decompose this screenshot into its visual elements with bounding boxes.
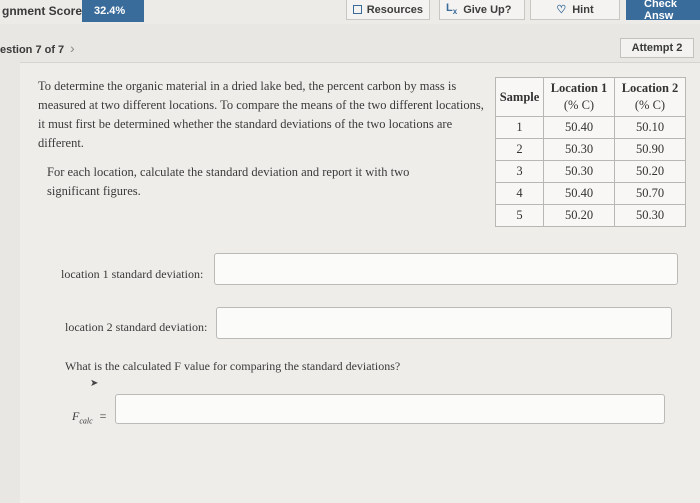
table-row: 3 50.30 50.20	[495, 160, 686, 183]
question-paragraph-2: For each location, calculate the standar…	[47, 165, 410, 198]
f-calc-equals: =	[99, 409, 107, 423]
header-location-1-name: Location 1	[550, 81, 608, 95]
hint-button[interactable]: ♡ Hint	[530, 0, 620, 20]
f-calc-label: Fcalc =	[72, 409, 106, 425]
table-row: 4 50.40 50.70	[495, 182, 686, 205]
resources-button[interactable]: Resources	[346, 0, 430, 20]
chevron-right-icon[interactable]: ›	[70, 40, 75, 56]
header-sample: Sample	[495, 77, 544, 117]
attempt-label: Attempt 2	[631, 42, 683, 54]
table-row: 1 50.40 50.10	[495, 116, 686, 139]
cell-location-1: 50.30	[543, 160, 615, 183]
f-value-question: What is the calculated F value for compa…	[65, 359, 401, 373]
cell-location-1: 50.30	[543, 138, 615, 161]
cell-sample: 1	[495, 116, 544, 139]
hint-icon: ♡	[556, 4, 567, 16]
check-answer-label: Check Answ	[644, 0, 678, 22]
top-bar: gnment Score: 32.4% Resources Lx Give Up…	[0, 0, 700, 24]
cell-sample: 4	[495, 182, 544, 205]
cell-location-1: 50.40	[543, 116, 615, 139]
header-location-1-unit: (% C)	[563, 98, 595, 112]
cell-location-2: 50.70	[614, 182, 686, 205]
cell-location-2: 50.90	[614, 138, 686, 161]
hint-label: Hint	[572, 3, 594, 16]
cell-sample: 2	[495, 138, 544, 161]
location-2-sd-input[interactable]	[216, 307, 672, 339]
cell-location-2: 50.10	[614, 116, 686, 139]
cell-location-2: 50.30	[614, 204, 686, 227]
assignment-score-label: gnment Score:	[2, 4, 87, 18]
location-1-sd-input[interactable]	[214, 253, 678, 285]
header-location-2: Location 2 (% C)	[614, 77, 686, 117]
cell-sample: 3	[495, 160, 544, 183]
location-2-sd-label: location 2 standard deviation:	[65, 320, 208, 334]
table-row: 5 50.20 50.30	[495, 204, 686, 227]
location-1-sd-label: location 1 standard deviation:	[61, 267, 204, 281]
question-counter: estion 7 of 7	[0, 44, 65, 56]
cursor-icon: ➤	[90, 378, 99, 389]
header-location-1: Location 1 (% C)	[543, 77, 615, 117]
f-calc-subscript: calc	[79, 416, 93, 426]
resources-label: Resources	[366, 3, 423, 16]
table-row: 2 50.30 50.90	[495, 138, 686, 161]
header-location-2-name: Location 2	[621, 81, 679, 95]
check-answer-button[interactable]: Check Answ	[626, 0, 700, 22]
give-up-icon: Lx	[446, 2, 458, 17]
data-table: Sample Location 1 (% C) Location 2 (% C)…	[495, 77, 686, 227]
give-up-button[interactable]: Lx Give Up?	[439, 0, 525, 20]
question-paragraph-1: To determine the organic material in a d…	[38, 79, 484, 150]
resources-icon	[353, 5, 362, 14]
attempt-badge: Attempt 2	[620, 38, 694, 58]
header-location-2-unit: (% C)	[634, 98, 666, 112]
table-header-row: Sample Location 1 (% C) Location 2 (% C)	[495, 77, 686, 117]
cell-location-1: 50.20	[543, 204, 615, 227]
cell-sample: 5	[495, 204, 544, 227]
f-calc-input[interactable]	[115, 394, 665, 424]
assignment-score-value: 32.4%	[82, 0, 144, 22]
cell-location-1: 50.40	[543, 182, 615, 205]
cell-location-2: 50.20	[614, 160, 686, 183]
give-up-label: Give Up?	[463, 3, 512, 16]
